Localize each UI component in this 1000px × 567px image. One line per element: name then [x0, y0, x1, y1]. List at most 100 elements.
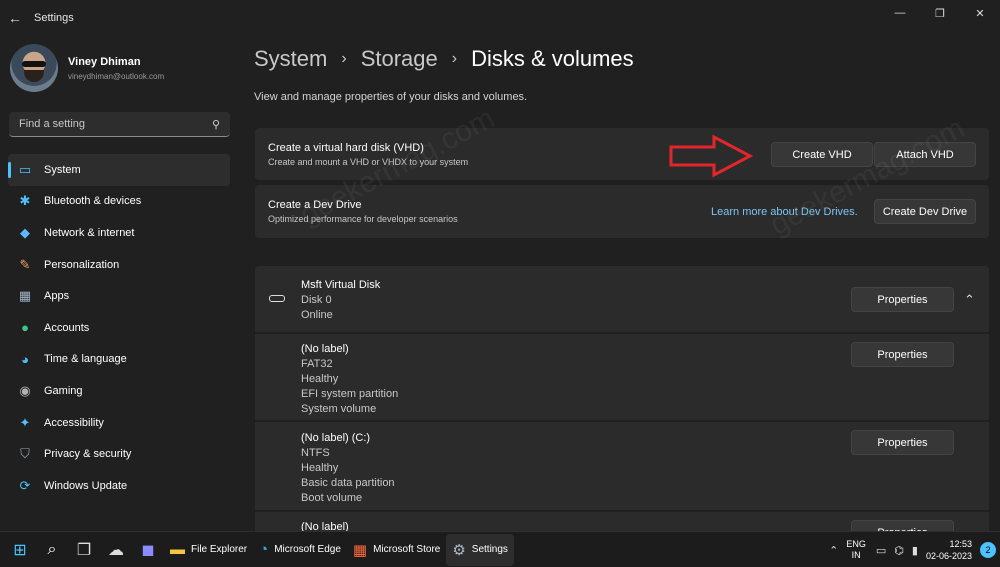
volume-label: (No label) (C:): [301, 432, 371, 444]
sidebar-item-label: Privacy & security: [44, 448, 132, 461]
breadcrumb-separator: ›: [341, 50, 347, 67]
volume-role: System volume: [301, 403, 377, 415]
volume-label: (No label): [301, 521, 349, 531]
title-bar: ← Settings — ❐ ✕: [0, 0, 1000, 36]
main-content: System › Storage › Disks & volumes View …: [254, 40, 989, 103]
volume-row: (No label) Properties: [255, 512, 989, 531]
widgets-icon[interactable]: ☁: [100, 534, 132, 566]
volume-label: (No label): [301, 343, 349, 355]
search-icon[interactable]: ⌕: [36, 534, 68, 566]
volume-properties-button[interactable]: Properties: [851, 520, 954, 531]
sidebar-item-bluetooth-devices[interactable]: ✱ Bluetooth & devices: [8, 186, 230, 218]
notification-badge[interactable]: 2: [980, 542, 996, 558]
back-arrow-icon: ←: [8, 10, 22, 26]
disk-number: Disk 0: [301, 294, 332, 306]
volume-properties-button[interactable]: Properties: [851, 342, 954, 367]
sidebar-item-windows-update[interactable]: ⟳ Windows Update: [8, 470, 230, 502]
taskbar-app-file-explorer[interactable]: ▬ File Explorer: [164, 534, 253, 566]
sidebar-item-label: Time & language: [44, 353, 127, 366]
clock[interactable]: 12:53 02-06-2023: [926, 538, 972, 562]
sidebar-item-label: Personalization: [44, 258, 120, 271]
bluetooth-icon: ✱: [19, 193, 31, 209]
battery-icon[interactable]: ▮: [912, 544, 918, 557]
tray-overflow-chevron-icon[interactable]: ⌃: [829, 544, 838, 557]
sidebar-item-accounts[interactable]: ● Accounts: [8, 312, 230, 344]
taskbar: ⊞ ⌕ ❐ ☁ ◼ ▬ File Explorer ◔ Microsoft Edge ▦ Micr…: [0, 531, 1000, 567]
sidebar-item-privacy-security[interactable]: ⛉ Privacy & security: [8, 438, 230, 470]
teams-chat-icon[interactable]: ◼: [132, 534, 164, 566]
sidebar-item-label: Network & internet: [44, 226, 135, 239]
breadcrumb-separator: ›: [451, 50, 458, 67]
store-icon: ▦: [352, 541, 368, 559]
sidebar-item-label: Gaming: [44, 384, 83, 397]
screen-cast-icon[interactable]: ▭: [876, 544, 886, 557]
taskbar-app-settings[interactable]: ⚙ Settings: [446, 533, 514, 566]
sidebar-item-time-language[interactable]: ◕ Time & language: [8, 344, 230, 376]
brush-icon: ✎: [19, 256, 31, 272]
volume-health: Healthy: [301, 373, 339, 385]
update-icon: ⟳: [19, 477, 31, 493]
folder-icon: ▬: [170, 541, 185, 558]
window-controls: — ❐ ✕: [880, 0, 1000, 26]
sidebar-item-label: Windows Update: [44, 479, 128, 492]
maximize-button[interactable]: ❐: [920, 0, 960, 26]
sidebar-item-gaming[interactable]: ◉ Gaming: [8, 375, 230, 407]
disk-name: Msft Virtual Disk: [301, 279, 381, 291]
breadcrumb-storage[interactable]: Storage: [361, 46, 438, 72]
disk-properties-button[interactable]: Properties: [851, 287, 954, 312]
disk-status: Online: [301, 309, 333, 321]
search-icon: ⚲: [211, 118, 220, 131]
volume-health: Healthy: [301, 462, 339, 474]
volume-properties-button[interactable]: Properties: [851, 430, 954, 455]
red-arrow-annotation: [669, 134, 754, 178]
task-view-icon[interactable]: ❐: [68, 534, 100, 566]
taskbar-app-microsoft-edge[interactable]: ◔ Microsoft Edge: [253, 534, 347, 566]
search-input[interactable]: Find a setting ⚲: [9, 112, 230, 137]
clock-time: 12:53: [949, 539, 972, 549]
page-subtitle: View and manage properties of your disks…: [254, 91, 528, 103]
sidebar-item-label: Accessibility: [44, 416, 104, 429]
windows-start-icon[interactable]: ⊞: [4, 534, 36, 566]
profile-email: vineydhiman@outlook.com: [68, 71, 165, 81]
sidebar-nav: ▭ System ✱ Bluetooth & devices ◆ Network & in…: [8, 154, 230, 502]
sidebar-item-label: Accounts: [44, 321, 90, 334]
volume-filesystem: NTFS: [301, 447, 330, 459]
wifi-icon: ◆: [20, 224, 30, 240]
create-dev-drive-button[interactable]: Create Dev Drive: [874, 199, 976, 224]
search-placeholder: Find a setting: [19, 118, 86, 130]
taskbar-app-label: Microsoft Edge: [274, 544, 341, 555]
sidebar-item-apps[interactable]: ▦ Apps: [8, 280, 230, 312]
sidebar-item-system[interactable]: ▭ System: [8, 154, 230, 186]
sidebar-item-network-internet[interactable]: ◆ Network & internet: [8, 217, 230, 249]
taskbar-app-label: File Explorer: [191, 544, 248, 555]
sidebar-item-label: System: [44, 163, 81, 176]
accessibility-icon: ✦: [19, 414, 31, 430]
apps-icon: ▦: [18, 288, 32, 304]
minimize-button[interactable]: —: [880, 0, 920, 26]
sidebar-item-personalization[interactable]: ✎ Personalization: [8, 249, 230, 281]
app-title: Settings: [34, 12, 74, 24]
taskbar-app-microsoft-store[interactable]: ▦ Microsoft Store: [347, 534, 446, 566]
back-button[interactable]: ←: [0, 0, 30, 36]
edge-icon: ◔: [259, 541, 269, 558]
avatar: [10, 44, 58, 92]
globe-clock-icon: ◕: [21, 351, 29, 367]
language-indicator[interactable]: ENG IN: [846, 539, 866, 561]
sidebar-item-label: Apps: [44, 290, 70, 303]
gear-icon: ⚙: [452, 541, 466, 559]
breadcrumb-system[interactable]: System: [254, 46, 327, 72]
taskbar-app-label: Settings: [471, 544, 508, 555]
collapse-chevron-icon[interactable]: ⌃: [964, 292, 975, 308]
sidebar-item-label: Bluetooth & devices: [44, 195, 142, 208]
shield-icon: ⛉: [20, 446, 30, 462]
close-button[interactable]: ✕: [960, 0, 1000, 26]
volume-partition-type: Basic data partition: [301, 477, 395, 489]
gamepad-icon: ◉: [19, 382, 31, 398]
volume-filesystem: FAT32: [301, 358, 333, 370]
profile-name: Viney Dhiman: [68, 55, 141, 68]
user-profile[interactable]: Viney Dhiman vineydhiman@outlook.com: [10, 44, 164, 92]
network-icon[interactable]: ⌬: [894, 544, 904, 557]
sidebar-item-accessibility[interactable]: ✦ Accessibility: [8, 407, 230, 439]
person-icon: ●: [21, 320, 29, 336]
breadcrumb: System › Storage › Disks & volumes: [254, 40, 989, 78]
